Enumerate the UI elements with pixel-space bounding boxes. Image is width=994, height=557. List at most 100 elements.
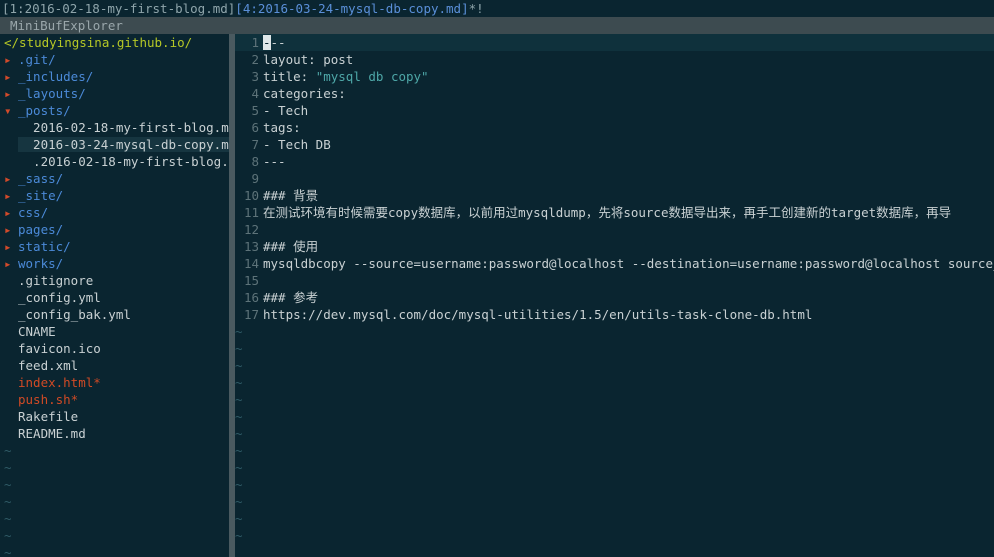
- minibuf-title: MiniBufExplorer: [10, 18, 123, 33]
- empty-line-marker: ~: [4, 494, 12, 509]
- collapsed-arrow-icon: ▸: [4, 222, 12, 237]
- line-number: 2: [251, 52, 259, 67]
- tree-dir[interactable]: ▾ _posts/: [0, 102, 229, 119]
- line-number: 7: [251, 137, 259, 152]
- tree-item-label: _posts/: [18, 103, 71, 118]
- line-text: ### 背景: [263, 188, 319, 203]
- empty-line-marker: ~: [235, 426, 243, 441]
- line-number: 12: [243, 222, 259, 237]
- tree-item-label: 2016-02-18-my-first-blog.md: [18, 120, 229, 135]
- line-text: mysqldbcopy --source=username:password@l…: [263, 256, 994, 271]
- editor-line[interactable]: 10 ### 背景: [235, 187, 994, 204]
- editor-line[interactable]: 16 ### 参考: [235, 289, 994, 306]
- tree-file[interactable]: README.md: [0, 425, 229, 442]
- collapsed-arrow-icon: ▸: [4, 171, 12, 186]
- tree-item-label: CNAME: [18, 324, 56, 339]
- line-text: 在测试环境有时候需要copy数据库，以前用过mysqldump，先将source…: [263, 205, 952, 220]
- tree-item-label: 2016-03-24-mysql-db-copy.md: [18, 137, 229, 152]
- line-text: - Tech DB: [263, 137, 331, 152]
- editor-line[interactable]: 3 title: "mysql db copy": [235, 68, 994, 85]
- line-text: ### 使用: [263, 239, 319, 254]
- line-number: 1: [251, 35, 259, 50]
- tree-item-label: _config.yml: [18, 290, 101, 305]
- tree-file[interactable]: index.html*: [0, 374, 229, 391]
- collapsed-arrow-icon: ▸: [4, 256, 12, 271]
- editor-line[interactable]: 2 layout: post: [235, 51, 994, 68]
- tree-item-label: Rakefile: [18, 409, 79, 424]
- tree-item-label: index.html*: [18, 375, 101, 390]
- empty-line-marker: ~: [235, 324, 243, 339]
- buffer-modified-flag: *!: [468, 1, 484, 16]
- line-text: categories:: [263, 86, 346, 101]
- empty-line-marker: ~: [235, 494, 243, 509]
- collapsed-arrow-icon: ▸: [4, 52, 12, 67]
- editor-line[interactable]: 9: [235, 170, 994, 187]
- editor-line[interactable]: 7 - Tech DB: [235, 136, 994, 153]
- tree-item-label: works/: [18, 256, 64, 271]
- tree-file[interactable]: feed.xml: [0, 357, 229, 374]
- editor-line[interactable]: 13 ### 使用: [235, 238, 994, 255]
- tree-file[interactable]: _config_bak.yml: [0, 306, 229, 323]
- editor-line[interactable]: 6 tags:: [235, 119, 994, 136]
- line-number: 5: [251, 103, 259, 118]
- expanded-arrow-icon: ▾: [4, 103, 12, 118]
- tree-dir[interactable]: ▸ css/: [0, 204, 229, 221]
- buffer-tab-4[interactable]: [4:2016-03-24-mysql-db-copy.md]: [235, 1, 468, 16]
- empty-line-marker: ~: [235, 477, 243, 492]
- collapsed-arrow-icon: ▸: [4, 205, 12, 220]
- editor-line[interactable]: 14 mysqldbcopy --source=username:password…: [235, 255, 994, 272]
- editor-pane[interactable]: 1 --- 2 layout: post 3 title: "mysql db copy"…: [235, 34, 994, 557]
- line-text: ### 参考: [263, 290, 319, 305]
- tree-dir[interactable]: ▸ .git/: [0, 51, 229, 68]
- line-text: layout: post: [263, 52, 354, 67]
- tree-item-label: _site/: [18, 188, 64, 203]
- tree-file[interactable]: .2016-02-18-my-first-blog.md: [0, 153, 229, 170]
- collapsed-arrow-icon: ▸: [4, 239, 12, 254]
- tree-file[interactable]: CNAME: [0, 323, 229, 340]
- tree-dir[interactable]: ▸ pages/: [0, 221, 229, 238]
- tree-file[interactable]: push.sh*: [0, 391, 229, 408]
- line-text: tags:: [263, 120, 301, 135]
- tree-file[interactable]: _config.yml: [0, 289, 229, 306]
- empty-line-marker: ~: [4, 511, 12, 526]
- editor-line[interactable]: 8 ---: [235, 153, 994, 170]
- editor-line[interactable]: 15: [235, 272, 994, 289]
- empty-line-marker: ~: [235, 409, 243, 424]
- tree-item-label: _layouts/: [18, 86, 86, 101]
- tree-file[interactable]: 2016-03-24-mysql-db-copy.md: [0, 136, 229, 153]
- empty-line-marker: ~: [235, 375, 243, 390]
- empty-line-marker: ~: [235, 528, 243, 543]
- line-text: - Tech: [263, 103, 309, 118]
- string-literal: "mysql db copy": [315, 69, 429, 84]
- tree-dir[interactable]: ▸ static/: [0, 238, 229, 255]
- line-text: https://dev.mysql.com/doc/mysql-utilitie…: [263, 307, 813, 322]
- buffer-tab-1[interactable]: [1:2016-02-18-my-first-blog.md]: [2, 1, 235, 16]
- editor-line[interactable]: 17 https://dev.mysql.com/doc/mysql-utilit…: [235, 306, 994, 323]
- empty-line-marker: ~: [235, 392, 243, 407]
- collapsed-arrow-icon: ▸: [4, 69, 12, 84]
- empty-line-marker: ~: [235, 511, 243, 526]
- editor-line[interactable]: 11 在测试环境有时候需要copy数据库，以前用过mysqldump，先将sour…: [235, 204, 994, 221]
- tree-item-label: css/: [18, 205, 49, 220]
- tree-file[interactable]: 2016-02-18-my-first-blog.md: [0, 119, 229, 136]
- yaml-key: title:: [263, 69, 316, 84]
- tree-file[interactable]: favicon.ico: [0, 340, 229, 357]
- editor-line[interactable]: 5 - Tech: [235, 102, 994, 119]
- tree-dir[interactable]: ▸ _layouts/: [0, 85, 229, 102]
- editor-line[interactable]: 1 ---: [235, 34, 994, 51]
- collapsed-arrow-icon: ▸: [4, 188, 12, 203]
- line-text: ---: [263, 154, 286, 169]
- editor-line[interactable]: 4 categories:: [235, 85, 994, 102]
- tree-file[interactable]: .gitignore: [0, 272, 229, 289]
- tree-file[interactable]: Rakefile: [0, 408, 229, 425]
- line-number: 6: [251, 120, 259, 135]
- tree-root[interactable]: </studyingsina.github.io/: [0, 34, 229, 51]
- line-number: 10: [243, 188, 259, 203]
- tree-dir[interactable]: ▸ _includes/: [0, 68, 229, 85]
- tree-dir[interactable]: ▸ _sass/: [0, 170, 229, 187]
- editor-line[interactable]: 12: [235, 221, 994, 238]
- tree-dir[interactable]: ▸ works/: [0, 255, 229, 272]
- tree-dir[interactable]: ▸ _site/: [0, 187, 229, 204]
- line-number: 16: [243, 290, 259, 305]
- line-number: 3: [251, 69, 259, 84]
